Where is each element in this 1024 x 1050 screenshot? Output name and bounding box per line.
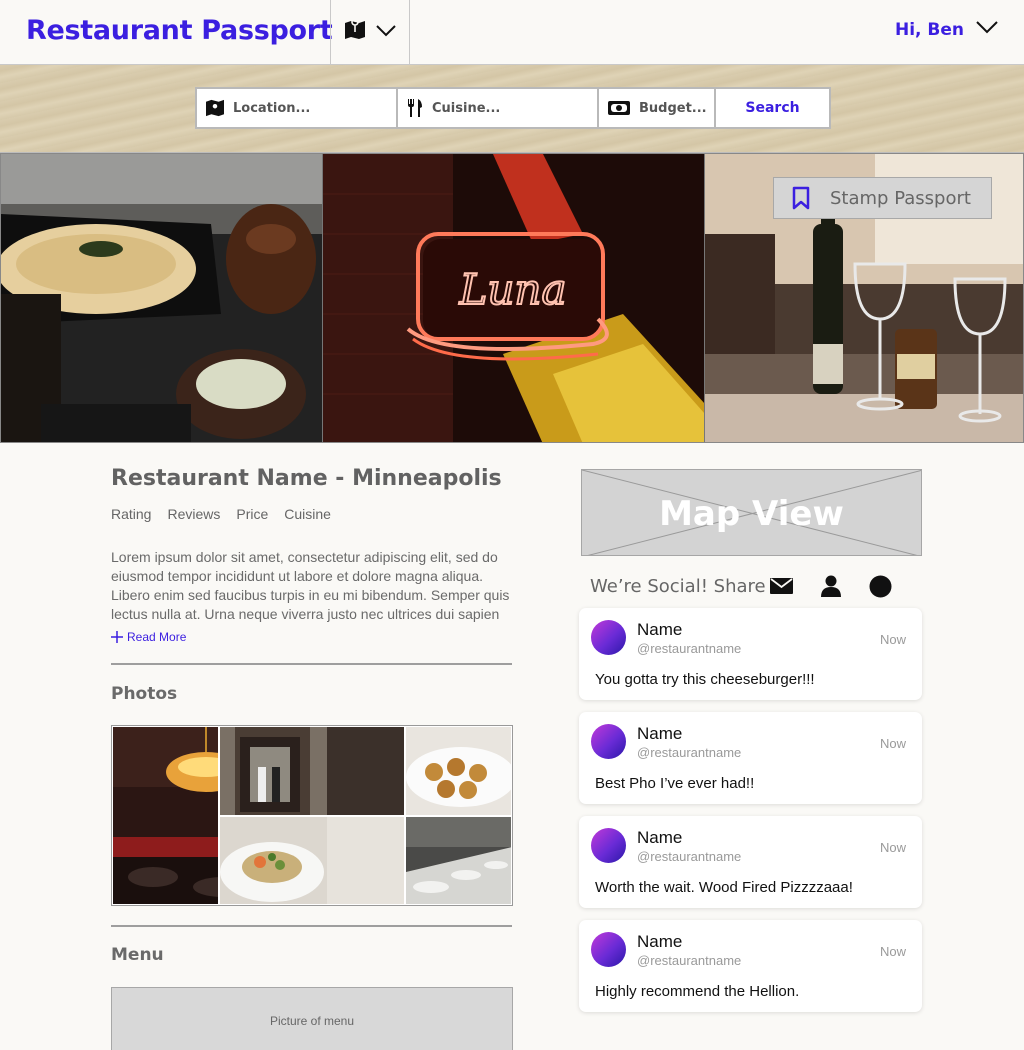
- location-field[interactable]: Location...: [197, 89, 398, 127]
- budget-placeholder: Budget...: [639, 100, 707, 116]
- post-author-name: Name: [637, 828, 683, 847]
- social-post[interactable]: Name @restaurantname Now Worth the wait.…: [579, 816, 922, 908]
- section-divider: [111, 663, 512, 665]
- post-handle: @restaurantname: [637, 953, 742, 968]
- app-logo[interactable]: Restaurant Passport: [26, 15, 333, 46]
- money-icon: [607, 100, 631, 116]
- map-icon: [344, 18, 366, 45]
- cuisine-field[interactable]: Cuisine...: [398, 89, 599, 127]
- mail-icon[interactable]: [770, 578, 793, 594]
- chevron-down-icon: [376, 24, 396, 42]
- read-more-label: Read More: [127, 630, 187, 644]
- read-more-link[interactable]: Read More: [111, 630, 186, 644]
- hero-image-neon-sign: Luna: [322, 154, 704, 442]
- post-handle: @restaurantname: [637, 849, 742, 864]
- neon-sign-text: Luna: [458, 265, 566, 314]
- menu-picture[interactable]: Picture of menu: [111, 987, 513, 1050]
- map-menu-button[interactable]: [330, 0, 410, 65]
- avatar: [591, 828, 626, 863]
- post-timestamp: Now: [879, 840, 906, 855]
- post-text: Worth the wait. Wood Fired Pizzzzaaa!: [595, 879, 853, 896]
- social-post[interactable]: Name @restaurantname Now You gotta try t…: [579, 608, 922, 700]
- stamp-passport-button[interactable]: Stamp Passport: [773, 177, 992, 219]
- cuisine-placeholder: Cuisine...: [432, 100, 501, 116]
- meta-reviews[interactable]: Reviews: [167, 506, 220, 522]
- avatar: [591, 620, 626, 655]
- restaurant-title: Restaurant Name - Minneapolis: [111, 466, 502, 491]
- avatar: [591, 724, 626, 759]
- budget-field[interactable]: Budget...: [599, 89, 716, 127]
- post-timestamp: Now: [879, 736, 906, 751]
- restaurant-description: Lorem ipsum dolor sit amet, consectetur …: [111, 549, 510, 622]
- circle-icon[interactable]: [869, 575, 892, 598]
- top-header: Restaurant Passport Hi, Ben: [0, 0, 1024, 65]
- menu-heading: Menu: [111, 945, 164, 965]
- plus-icon: [111, 631, 123, 643]
- photo-storefront[interactable]: [219, 726, 405, 816]
- stamp-passport-label: Stamp Passport: [830, 187, 971, 209]
- map-view-placeholder[interactable]: Map View: [581, 469, 922, 556]
- post-text: Best Pho I’ve ever had!!: [595, 775, 755, 792]
- section-divider: [111, 925, 512, 927]
- social-share-label: We’re Social! Share: [590, 575, 766, 597]
- chevron-down-icon: [976, 21, 998, 39]
- photo-salad[interactable]: [219, 816, 405, 905]
- avatar: [591, 932, 626, 967]
- post-handle: @restaurantname: [637, 745, 742, 760]
- user-greeting[interactable]: Hi, Ben: [895, 20, 964, 40]
- person-icon[interactable]: [821, 575, 841, 597]
- photo-pastries[interactable]: [405, 726, 512, 816]
- social-post[interactable]: Name @restaurantname Now Highly recommen…: [579, 920, 922, 1012]
- photo-banquet-table[interactable]: [405, 816, 512, 905]
- meta-cuisine[interactable]: Cuisine: [284, 506, 331, 522]
- post-handle: @restaurantname: [637, 641, 742, 656]
- location-placeholder: Location...: [233, 100, 311, 116]
- user-menu[interactable]: Hi, Ben: [895, 20, 998, 40]
- restaurant-meta: Rating Reviews Price Cuisine: [111, 506, 331, 522]
- map-icon: [205, 99, 225, 117]
- social-share-bar: We’re Social! Share: [590, 574, 910, 598]
- social-post[interactable]: Name @restaurantname Now Best Pho I’ve e…: [579, 712, 922, 804]
- photo-gallery: [111, 725, 513, 906]
- photo-dining-room[interactable]: [112, 726, 219, 905]
- post-timestamp: Now: [879, 944, 906, 959]
- post-text: You gotta try this cheeseburger!!!: [595, 671, 815, 688]
- menu-placeholder-text: Picture of menu: [269, 1014, 355, 1028]
- photos-heading: Photos: [111, 684, 178, 704]
- utensils-icon: [406, 98, 424, 118]
- meta-rating[interactable]: Rating: [111, 506, 151, 522]
- search-banner: Location... Cuisine... Budget... Search: [0, 65, 1024, 153]
- search-bar: Location... Cuisine... Budget... Search: [195, 87, 831, 129]
- post-author-name: Name: [637, 932, 683, 951]
- hero-image-noodles: [1, 154, 322, 442]
- post-text: Highly recommend the Hellion.: [595, 983, 800, 1000]
- bookmark-icon: [792, 186, 810, 210]
- search-button[interactable]: Search: [716, 89, 829, 127]
- meta-price[interactable]: Price: [236, 506, 268, 522]
- post-timestamp: Now: [879, 632, 906, 647]
- social-icons: [770, 575, 892, 598]
- post-author-name: Name: [637, 724, 683, 743]
- map-view-label: Map View: [659, 494, 844, 534]
- post-author-name: Name: [637, 620, 683, 639]
